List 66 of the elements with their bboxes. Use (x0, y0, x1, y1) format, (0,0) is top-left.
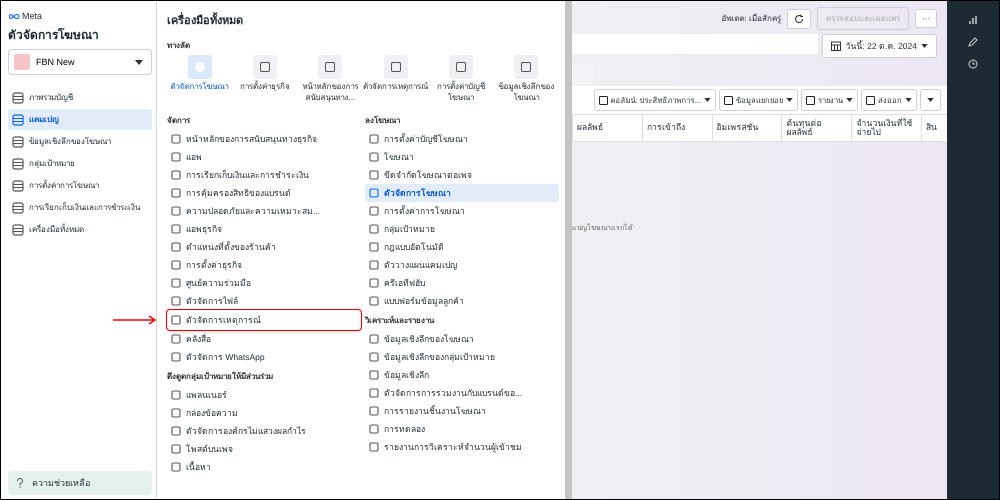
help-button[interactable]: ความช่วยเหลือ (8, 471, 152, 495)
menu-item[interactable]: การคุ้มครองสิทธิของแบรนด์ (167, 184, 361, 202)
menu-item[interactable]: การรายงานชิ้นงานโฆษณา (365, 402, 559, 420)
menu-item[interactable]: ตำแหน่งที่ตั้งของร้านค้า (167, 238, 361, 256)
menu-item[interactable]: การตั้งค่าธุรกิจ (167, 256, 361, 274)
section-heading: ลงโฆษณา (365, 114, 401, 127)
menu-item[interactable]: ศูนย์ความร่วมมือ (167, 274, 361, 292)
section-heading: วิเคราะห์และรายงาน (365, 314, 436, 327)
shortcut-tile[interactable]: ข้อมูลเชิงลึกของโฆษณา (494, 55, 559, 104)
menu-item[interactable]: การตั้งค่าการโฆษณา (365, 202, 559, 220)
sidebar-item[interactable]: แคมเปญ (8, 109, 152, 130)
menu-item[interactable]: แบบฟอร์มข้อมูลลูกค้า (365, 292, 559, 310)
menu-item[interactable]: แพลนเนอร์ (167, 386, 361, 404)
menu-item[interactable]: คลังสื่อ (167, 330, 361, 348)
column-header[interactable]: อิมเพรสชัน (712, 115, 782, 141)
menu-item[interactable]: แอพ (167, 148, 361, 166)
menu-item[interactable]: ข้อมูลเชิงลึกของกลุ่มเป้าหมาย (365, 348, 559, 366)
menu-item[interactable]: รายงานการวิเคราะห์จำนวนผู้เข้าชม (365, 438, 559, 456)
menu-item[interactable]: ตัวจัดการโฆษณา (365, 184, 559, 202)
menu-item[interactable]: ข้อมูลเชิงลึก (365, 366, 559, 384)
menu-item[interactable]: ตัววางแผนแคมเปญ (365, 256, 559, 274)
menu-item[interactable]: ตัวจัดการองค์กรไม่แสวงผลกำไร (167, 422, 361, 440)
shortcut-tile[interactable]: การตั้งค่าบัญชีโฆษณา (428, 55, 494, 104)
menu-item[interactable]: การทดลอง (365, 420, 559, 438)
menu-item[interactable]: โพสต์บนเพจ (167, 440, 361, 458)
menu-item[interactable]: ความปลอดภัยและความเหมาะสม... (167, 202, 361, 220)
section-heading: ดึงดูดกลุ่มเป้าหมายให้มีส่วนร่วม (167, 370, 274, 383)
menu-item[interactable]: ตัวจัดการการร่วมงานกับแบรนด์ขอ... (365, 384, 559, 402)
more-button[interactable]: ··· (915, 9, 937, 28)
account-selector[interactable]: FBN New (8, 49, 152, 75)
column-header[interactable]: การเข้าถึง (642, 115, 712, 141)
app-title: ตัวจัดการโฆษณา (8, 26, 100, 44)
menu-item[interactable]: การตั้งค่าบัญชีโฆษณา (365, 130, 559, 148)
shortcut-tile[interactable]: ตัวจัดการเหตุการณ์ (362, 55, 428, 104)
section-heading: จัดการ (167, 114, 192, 127)
shortcut-tile[interactable]: หน้าหลักของการสนับสนุนทาง... (298, 55, 363, 104)
column-header[interactable]: ต้นทุนต่อผลลัพธ์ (781, 115, 852, 141)
menu-item[interactable]: ขีดจำกัดโฆษณาต่อเพจ (365, 166, 559, 184)
sidebar-item[interactable]: ข้อมูลเชิงลึกของโฆษณา (8, 131, 152, 152)
menu-item[interactable]: กฎแบบอัตโนมัติ (365, 238, 559, 256)
menu-title: เครื่องมือทั้งหมด (167, 11, 559, 29)
sidebar-item[interactable]: การเรียกเก็บเงินและการชำระเงิน (8, 197, 152, 218)
menu-item[interactable]: ข้อมูลเชิงลึกของโฆษณา (365, 330, 559, 348)
menu-item[interactable]: โฆษณา (365, 148, 559, 166)
sidebar-item[interactable]: ภาพรวมบัญชี (8, 87, 152, 108)
column-header[interactable]: จำนวนเงินที่ใช้จ่ายไป (851, 115, 922, 141)
update-status: อัพเดต: เมื่อสักครู่ (722, 12, 781, 25)
menu-item[interactable]: ตัวจัดการ WhatsApp (167, 348, 361, 366)
column-header[interactable]: ผลลัพธ์ (572, 115, 642, 141)
menu-item[interactable]: ตัวจัดการไฟล์ (167, 292, 361, 310)
menu-item[interactable]: เนื้อหา (167, 458, 361, 476)
menu-item[interactable]: แอพธุรกิจ (167, 220, 361, 238)
menu-item[interactable]: ครีเอทีฟฮับ (365, 274, 559, 292)
menu-item[interactable]: กลุ่มเป้าหมาย (365, 220, 559, 238)
section-heading: ทางลัด (167, 40, 191, 52)
menu-item[interactable]: ตัวจัดการเหตุการณ์ (167, 310, 361, 330)
shortcut-tile[interactable]: ตัวจัดการโฆษณา (167, 55, 232, 104)
menu-item[interactable]: กล่องข้อความ (167, 404, 361, 422)
logo-text: Meta (22, 11, 42, 21)
shortcut-tile[interactable]: การตั้งค่าธุรกิจ (232, 55, 298, 104)
sidebar-item[interactable]: เครื่องมือทั้งหมด (8, 219, 152, 240)
date-picker[interactable]: วันนี้: 22 ต.ค. 2024 (822, 34, 937, 58)
sidebar-item[interactable]: การตั้งค่าการโฆษณา (8, 175, 152, 196)
sidebar-item[interactable]: กลุ่มเป้าหมาย (8, 153, 152, 174)
menu-item[interactable]: การเรียกเก็บเงินและการชำระเงิน (167, 166, 361, 184)
menu-item[interactable]: หน้าหลักของการสนับสนุนทางธุรกิจ (167, 130, 361, 148)
